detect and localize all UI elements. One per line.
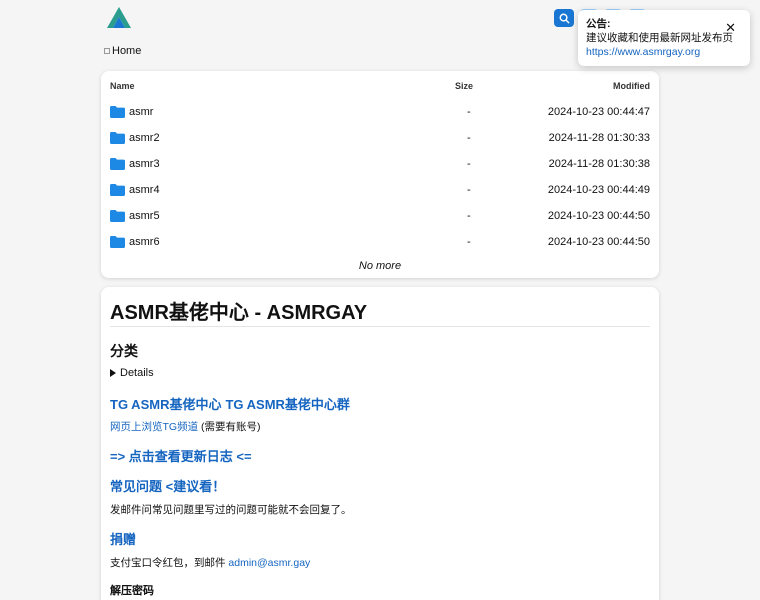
readme-panel: ASMR基佬中心 - ASMRGAY 分类 Details TG ASMR基佬中…	[101, 287, 659, 600]
file-modified: 2024-10-23 00:44:47	[547, 106, 650, 118]
file-name[interactable]: asmr5	[129, 210, 160, 222]
divider	[110, 326, 650, 327]
file-modified: 2024-10-23 00:44:50	[547, 236, 650, 248]
file-name[interactable]: asmr2	[129, 132, 160, 144]
app-logo-icon[interactable]	[106, 6, 132, 30]
donate-email-link[interactable]: admin@asmr.gay	[228, 557, 310, 569]
notice-url-link[interactable]: https://www.asmrgay.org	[586, 45, 742, 59]
file-name[interactable]: asmr3	[129, 158, 160, 170]
readme-title: ASMR基佬中心 - ASMRGAY	[110, 302, 368, 324]
file-modified: 2024-11-28 01:30:33	[548, 132, 650, 144]
file-modified: 2024-10-23 00:44:50	[547, 210, 650, 222]
file-size: -	[467, 236, 471, 248]
file-size: -	[467, 184, 471, 196]
file-size: -	[467, 210, 471, 222]
breadcrumb-home[interactable]: Home	[112, 45, 141, 57]
no-more-label: No more	[358, 260, 402, 272]
file-modified: 2024-11-28 01:30:38	[548, 158, 650, 170]
tg-channel-link[interactable]: TG ASMR基佬中心	[110, 394, 221, 413]
search-icon	[559, 13, 570, 24]
notice-title: 公告:	[586, 18, 611, 30]
file-size: -	[467, 132, 471, 144]
file-name[interactable]: asmr6	[129, 236, 160, 248]
folder-icon	[110, 132, 125, 144]
folder-icon	[110, 210, 125, 222]
donate-heading[interactable]: 捐赠	[110, 529, 136, 548]
file-size: -	[467, 158, 471, 170]
faq-heading[interactable]: 常见问题 <建议看！	[110, 476, 225, 495]
notice-text: 建议收藏和使用最新网址发布页	[586, 32, 733, 44]
changelog-link[interactable]: => 点击查看更新日志 <=	[110, 446, 252, 465]
folder-icon	[110, 236, 125, 248]
faq-note: 发邮件问常见问题里写过的问题可能就不会回复了。	[110, 504, 352, 516]
close-icon[interactable]: ✕	[725, 21, 736, 35]
web-tg-note: (需要有账号)	[198, 421, 261, 433]
file-row[interactable]: asmr - 2024-10-23 00:44:47	[101, 106, 659, 132]
donate-line: 支付宝口令红包，到邮件 admin@asmr.gay	[110, 555, 310, 570]
details-toggle[interactable]: Details	[110, 367, 154, 379]
tg-group-link[interactable]: TG ASMR基佬中心群	[225, 394, 349, 413]
file-row[interactable]: asmr3 - 2024-11-28 01:30:38	[101, 158, 659, 184]
column-header-name[interactable]: Name	[110, 81, 135, 91]
tg-links: TG ASMR基佬中心 TG ASMR基佬中心群	[110, 394, 350, 413]
folder-icon	[110, 184, 125, 196]
column-header-modified[interactable]: Modified	[613, 81, 650, 91]
notice-popup: 公告: 建议收藏和使用最新网址发布页 https://www.asmrgay.o…	[578, 10, 750, 66]
file-name[interactable]: asmr	[129, 106, 153, 118]
file-size: -	[467, 106, 471, 118]
home-icon	[104, 48, 110, 54]
column-header-size[interactable]: Size	[455, 81, 473, 91]
folder-icon	[110, 106, 125, 118]
donate-text: 支付宝口令红包，到邮件	[110, 557, 229, 569]
folder-icon	[110, 158, 125, 170]
web-tg-line: 网页上浏览TG频道 (需要有账号)	[110, 419, 261, 434]
breadcrumb: Home	[104, 45, 141, 57]
file-list-header: Name Size Modified	[101, 81, 659, 95]
file-list: Name Size Modified asmr - 2024-10-23 00:…	[101, 71, 659, 278]
triangle-right-icon	[110, 369, 116, 377]
web-tg-link[interactable]: 网页上浏览TG频道	[110, 421, 198, 433]
file-modified: 2024-10-23 00:44:49	[547, 184, 650, 196]
password-heading: 解压密码	[110, 585, 154, 597]
file-row[interactable]: asmr2 - 2024-11-28 01:30:33	[101, 132, 659, 158]
search-button[interactable]	[554, 9, 574, 27]
file-row[interactable]: asmr4 - 2024-10-23 00:44:49	[101, 184, 659, 210]
file-row[interactable]: asmr5 - 2024-10-23 00:44:50	[101, 210, 659, 236]
category-heading: 分类	[110, 343, 138, 359]
file-name[interactable]: asmr4	[129, 184, 160, 196]
file-row[interactable]: asmr6 - 2024-10-23 00:44:50	[101, 236, 659, 262]
details-label: Details	[120, 367, 154, 379]
